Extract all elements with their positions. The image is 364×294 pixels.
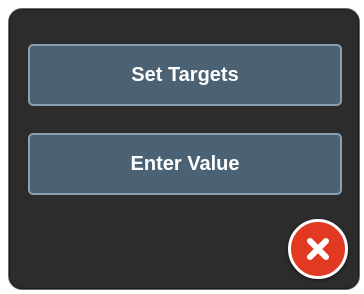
- enter-value-button[interactable]: Enter Value: [28, 133, 342, 195]
- close-button[interactable]: [288, 219, 348, 279]
- options-dialog: Set Targets Enter Value: [8, 8, 360, 290]
- close-x-icon: [307, 238, 329, 260]
- set-targets-button[interactable]: Set Targets: [28, 44, 342, 106]
